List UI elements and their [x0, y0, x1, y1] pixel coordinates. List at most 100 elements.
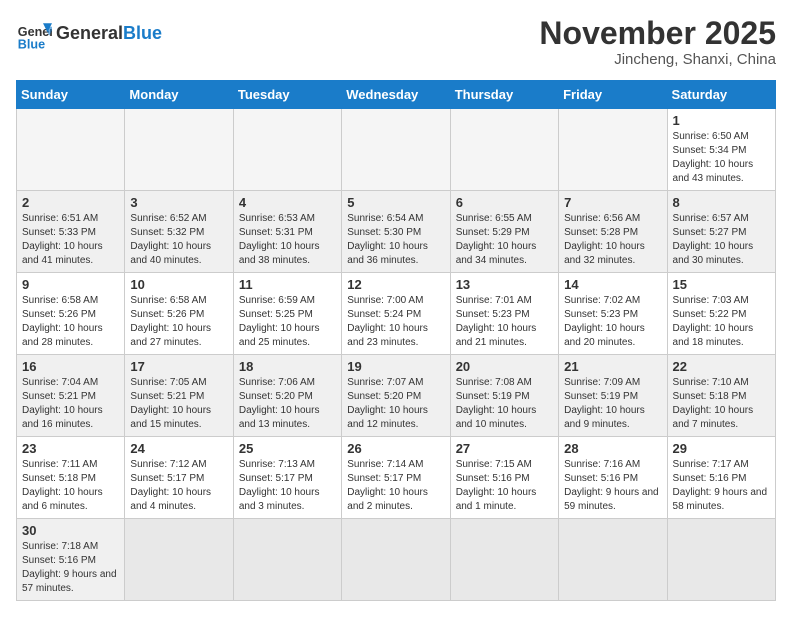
day-info: Sunrise: 6:58 AMSunset: 5:26 PMDaylight:…: [130, 294, 227, 350]
day-info: Sunrise: 6:54 AMSunset: 5:30 PMDaylight:…: [347, 212, 444, 268]
day-number: 23: [22, 441, 119, 456]
month-title: November 2025: [539, 16, 776, 51]
day-info: Sunrise: 6:51 AMSunset: 5:33 PMDaylight:…: [22, 212, 119, 268]
table-row: 24 Sunrise: 7:12 AMSunset: 5:17 PMDayligh…: [125, 437, 233, 519]
table-row: [450, 519, 558, 601]
day-info: Sunrise: 7:12 AMSunset: 5:17 PMDaylight:…: [130, 458, 227, 514]
table-row: 30 Sunrise: 7:18 AMSunset: 5:16 PMDayligh…: [17, 519, 125, 601]
day-info: Sunrise: 6:58 AMSunset: 5:26 PMDaylight:…: [22, 294, 119, 350]
day-info: Sunrise: 7:11 AMSunset: 5:18 PMDaylight:…: [22, 458, 119, 514]
calendar-week-row: 1Sunrise: 6:50 AMSunset: 5:34 PMDaylight…: [17, 109, 776, 191]
table-row: 18Sunrise: 7:06 AMSunset: 5:20 PMDayligh…: [233, 355, 341, 437]
logo-text: GeneralBlue: [56, 24, 162, 44]
day-info: Sunrise: 7:10 AMSunset: 5:18 PMDaylight:…: [673, 376, 770, 432]
table-row: 10 Sunrise: 6:58 AMSunset: 5:26 PMDayligh…: [125, 273, 233, 355]
day-info: Sunrise: 7:01 AMSunset: 5:23 PMDaylight:…: [456, 294, 553, 350]
day-number: 12: [347, 277, 444, 292]
day-number: 13: [456, 277, 553, 292]
day-number: 29: [673, 441, 770, 456]
table-row: 8Sunrise: 6:57 AMSunset: 5:27 PMDaylight…: [667, 191, 775, 273]
day-info: Sunrise: 6:55 AMSunset: 5:29 PMDaylight:…: [456, 212, 553, 268]
header-saturday: Saturday: [667, 81, 775, 109]
table-row: [125, 519, 233, 601]
table-row: 1Sunrise: 6:50 AMSunset: 5:34 PMDaylight…: [667, 109, 775, 191]
header-thursday: Thursday: [450, 81, 558, 109]
day-info: Sunrise: 6:53 AMSunset: 5:31 PMDaylight:…: [239, 212, 336, 268]
day-info: Sunrise: 7:00 AMSunset: 5:24 PMDaylight:…: [347, 294, 444, 350]
calendar-week-row: 16Sunrise: 7:04 AMSunset: 5:21 PMDayligh…: [17, 355, 776, 437]
day-number: 11: [239, 277, 336, 292]
table-row: 17 Sunrise: 7:05 AMSunset: 5:21 PMDayligh…: [125, 355, 233, 437]
table-row: 9 Sunrise: 6:58 AMSunset: 5:26 PMDaylight…: [17, 273, 125, 355]
table-row: 14Sunrise: 7:02 AMSunset: 5:23 PMDayligh…: [559, 273, 667, 355]
subtitle: Jincheng, Shanxi, China: [539, 51, 776, 68]
table-row: 20Sunrise: 7:08 AMSunset: 5:19 PMDayligh…: [450, 355, 558, 437]
day-info: Sunrise: 7:17 AMSunset: 5:16 PMDaylight:…: [673, 458, 770, 514]
table-row: 29 Sunrise: 7:17 AMSunset: 5:16 PMDayligh…: [667, 437, 775, 519]
table-row: 11 Sunrise: 6:59 AMSunset: 5:25 PMDayligh…: [233, 273, 341, 355]
table-row: 21 Sunrise: 7:09 AMSunset: 5:19 PMDayligh…: [559, 355, 667, 437]
day-number: 22: [673, 359, 770, 374]
table-row: 22 Sunrise: 7:10 AMSunset: 5:18 PMDayligh…: [667, 355, 775, 437]
svg-text:Blue: Blue: [18, 37, 45, 51]
header-friday: Friday: [559, 81, 667, 109]
logo-icon: General Blue: [16, 16, 52, 52]
day-number: 28: [564, 441, 661, 456]
weekday-header-row: Sunday Monday Tuesday Wednesday Thursday…: [17, 81, 776, 109]
day-number: 14: [564, 277, 661, 292]
day-info: Sunrise: 6:59 AMSunset: 5:25 PMDaylight:…: [239, 294, 336, 350]
table-row: [559, 519, 667, 601]
day-number: 26: [347, 441, 444, 456]
table-row: 12 Sunrise: 7:00 AMSunset: 5:24 PMDayligh…: [342, 273, 450, 355]
table-row: 6Sunrise: 6:55 AMSunset: 5:29 PMDaylight…: [450, 191, 558, 273]
header-monday: Monday: [125, 81, 233, 109]
day-number: 1: [673, 113, 770, 128]
day-info: Sunrise: 7:04 AMSunset: 5:21 PMDaylight:…: [22, 376, 119, 432]
header-wednesday: Wednesday: [342, 81, 450, 109]
table-row: 7 Sunrise: 6:56 AMSunset: 5:28 PMDaylight…: [559, 191, 667, 273]
table-row: 4 Sunrise: 6:53 AMSunset: 5:31 PMDaylight…: [233, 191, 341, 273]
day-number: 15: [673, 277, 770, 292]
day-number: 24: [130, 441, 227, 456]
table-row: [667, 519, 775, 601]
day-number: 21: [564, 359, 661, 374]
table-row: 13 Sunrise: 7:01 AMSunset: 5:23 PMDayligh…: [450, 273, 558, 355]
calendar-week-row: 23 Sunrise: 7:11 AMSunset: 5:18 PMDayligh…: [17, 437, 776, 519]
day-info: Sunrise: 6:52 AMSunset: 5:32 PMDaylight:…: [130, 212, 227, 268]
calendar-week-row: 2 Sunrise: 6:51 AMSunset: 5:33 PMDaylight…: [17, 191, 776, 273]
day-number: 19: [347, 359, 444, 374]
day-number: 4: [239, 195, 336, 210]
page-header: General Blue GeneralBlue November 2025 J…: [16, 16, 776, 68]
day-info: Sunrise: 7:16 AMSunset: 5:16 PMDaylight:…: [564, 458, 661, 514]
table-row: 25Sunrise: 7:13 AMSunset: 5:17 PMDayligh…: [233, 437, 341, 519]
day-info: Sunrise: 6:56 AMSunset: 5:28 PMDaylight:…: [564, 212, 661, 268]
table-row: 3 Sunrise: 6:52 AMSunset: 5:32 PMDaylight…: [125, 191, 233, 273]
logo: General Blue GeneralBlue: [16, 16, 162, 52]
table-row: 15 Sunrise: 7:03 AMSunset: 5:22 PMDayligh…: [667, 273, 775, 355]
day-number: 3: [130, 195, 227, 210]
day-number: 17: [130, 359, 227, 374]
calendar-week-row: 30 Sunrise: 7:18 AMSunset: 5:16 PMDayligh…: [17, 519, 776, 601]
day-number: 10: [130, 277, 227, 292]
day-number: 30: [22, 523, 119, 538]
day-info: Sunrise: 7:03 AMSunset: 5:22 PMDaylight:…: [673, 294, 770, 350]
day-info: Sunrise: 7:05 AMSunset: 5:21 PMDaylight:…: [130, 376, 227, 432]
day-info: Sunrise: 7:09 AMSunset: 5:19 PMDaylight:…: [564, 376, 661, 432]
header-tuesday: Tuesday: [233, 81, 341, 109]
day-info: Sunrise: 7:18 AMSunset: 5:16 PMDaylight:…: [22, 540, 119, 596]
table-row: [233, 519, 341, 601]
table-row: 19Sunrise: 7:07 AMSunset: 5:20 PMDayligh…: [342, 355, 450, 437]
table-row: 28 Sunrise: 7:16 AMSunset: 5:16 PMDayligh…: [559, 437, 667, 519]
header-sunday: Sunday: [17, 81, 125, 109]
day-info: Sunrise: 7:15 AMSunset: 5:16 PMDaylight:…: [456, 458, 553, 514]
table-row: 27Sunrise: 7:15 AMSunset: 5:16 PMDayligh…: [450, 437, 558, 519]
day-number: 9: [22, 277, 119, 292]
day-number: 2: [22, 195, 119, 210]
day-info: Sunrise: 6:57 AMSunset: 5:27 PMDaylight:…: [673, 212, 770, 268]
table-row: 5Sunrise: 6:54 AMSunset: 5:30 PMDaylight…: [342, 191, 450, 273]
table-row: [233, 109, 341, 191]
day-number: 7: [564, 195, 661, 210]
day-number: 18: [239, 359, 336, 374]
table-row: [559, 109, 667, 191]
table-row: 26Sunrise: 7:14 AMSunset: 5:17 PMDayligh…: [342, 437, 450, 519]
